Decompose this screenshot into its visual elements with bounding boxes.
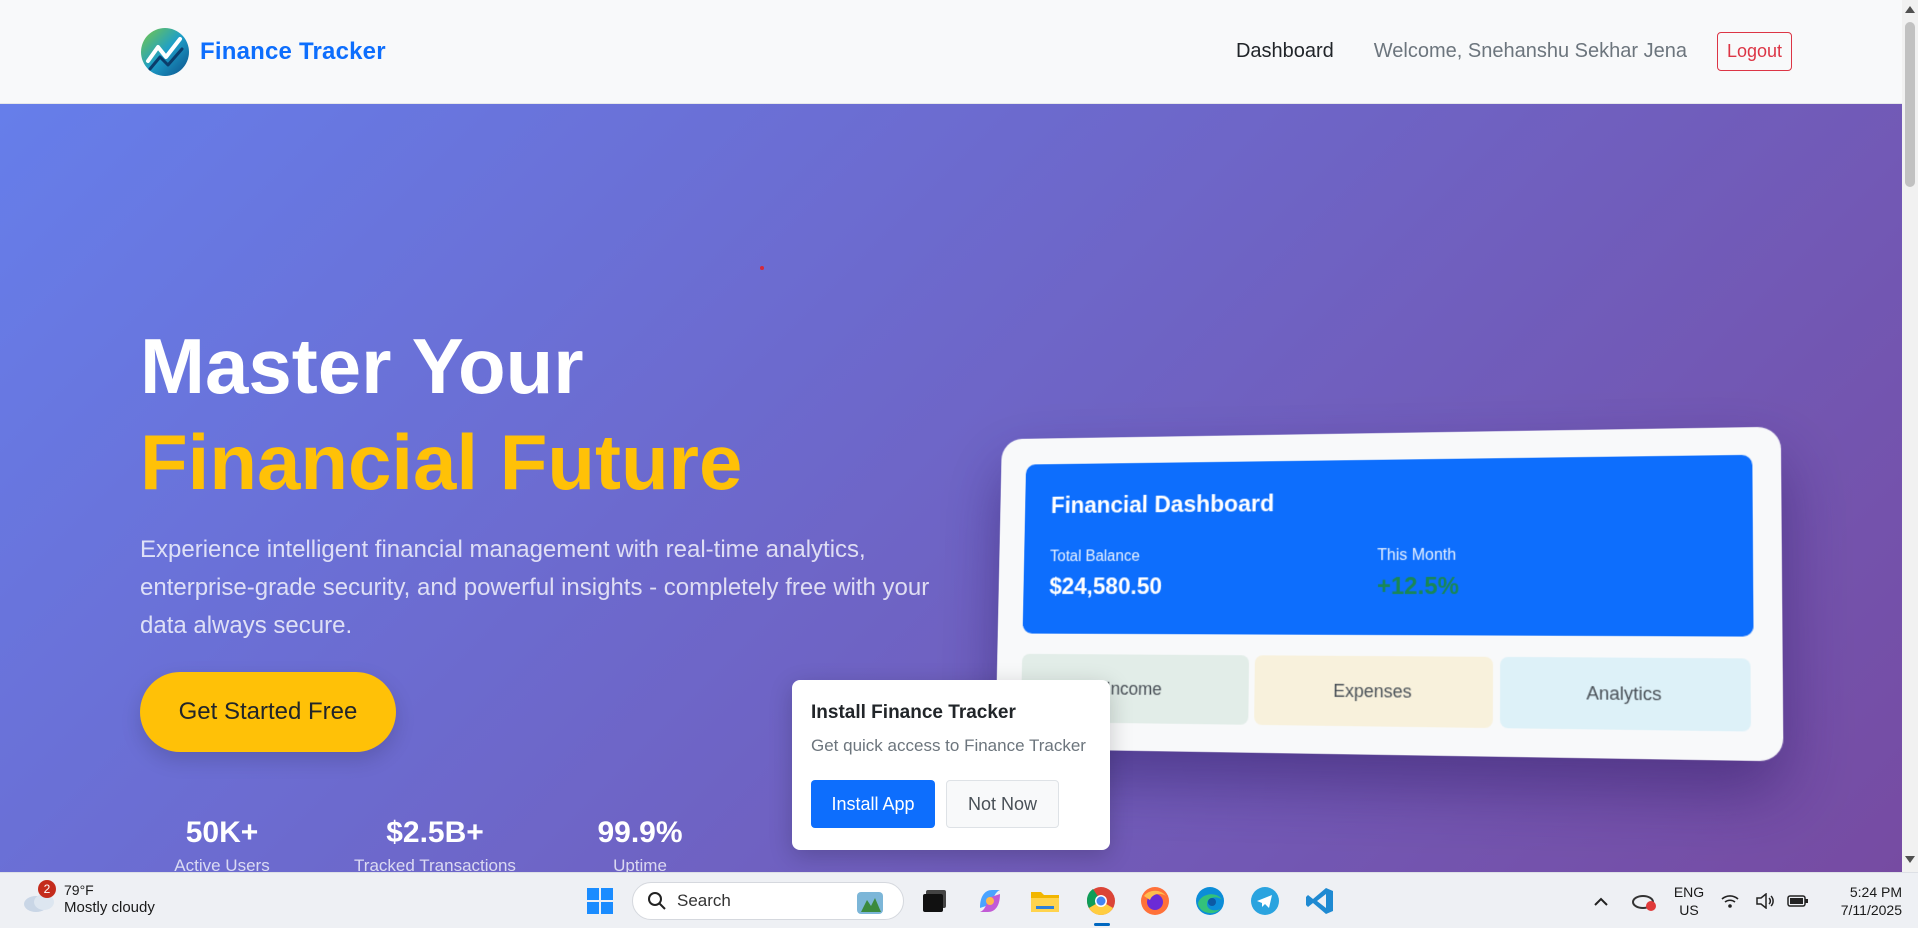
battery-icon[interactable] [1786, 883, 1810, 919]
stat-item: 99.9% Uptime [530, 816, 750, 872]
chrome-icon[interactable] [1083, 883, 1119, 919]
active-app-indicator [1094, 923, 1110, 926]
install-popup-subtitle: Get quick access to Finance Tracker [811, 736, 1086, 755]
weather-temperature: 79°F [64, 882, 94, 898]
vscode-icon[interactable] [1302, 883, 1338, 919]
windows-taskbar: 2 79°F Mostly cloudy Search ENG US 5:24 … [0, 872, 1918, 928]
not-now-button[interactable]: Not Now [946, 780, 1059, 828]
scroll-up-arrow-icon[interactable] [1905, 6, 1915, 13]
search-highlight-icon [857, 892, 883, 914]
language-line1: ENG [1673, 884, 1705, 900]
weather-badge: 2 [38, 880, 56, 898]
nav-dashboard-link[interactable]: Dashboard [1236, 40, 1334, 63]
hero-title: Master Your Financial Future [140, 318, 742, 510]
install-popup-title: Install Finance Tracker [811, 702, 1016, 723]
dashboard-preview-card: Financial Dashboard Total Balance $24,58… [995, 426, 1784, 762]
hero-title-line2: Financial Future [140, 418, 743, 506]
chevron-up-icon[interactable] [1583, 883, 1619, 919]
page: Finance Tracker Dashboard Welcome, Sneha… [0, 0, 1918, 928]
install-app-button[interactable]: Install App [811, 780, 935, 828]
cursor-dot [760, 266, 764, 270]
stat-label: Tracked Transactions [354, 856, 516, 872]
stat-label: Uptime [613, 856, 667, 872]
stat-value: 99.9% [597, 816, 683, 849]
hero-title-line1: Master Your [140, 322, 584, 410]
welcome-text: Welcome, Snehanshu Sekhar Jena [1373, 40, 1687, 62]
page-scrollbar[interactable] [1902, 0, 1918, 872]
total-balance-value: $24,580.50 [1049, 573, 1163, 600]
wifi-icon[interactable] [1718, 883, 1742, 919]
this-month-label: This Month [1377, 546, 1457, 565]
brand[interactable]: Finance Tracker [140, 27, 386, 77]
this-month-value: +12.5% [1376, 572, 1460, 601]
weather-description: Mostly cloudy [64, 899, 155, 916]
cloud-icon: 2 [22, 880, 56, 914]
task-view-icon[interactable] [918, 883, 954, 919]
copilot-icon[interactable] [972, 883, 1008, 919]
search-icon [648, 892, 666, 910]
hero-description: Experience intelligent financial managem… [140, 536, 930, 639]
preview-tile-analytics: Analytics [1499, 656, 1751, 732]
stat-label: Active Users [174, 856, 270, 872]
clock-time: 5:24 PM [1849, 884, 1902, 900]
clock[interactable]: 5:24 PM 7/11/2025 [1822, 883, 1902, 919]
weather-widget[interactable]: 2 79°F Mostly cloudy [22, 880, 155, 917]
nav-right: Dashboard Welcome, Snehanshu Sekhar Jena… [1236, 32, 1792, 71]
stat-item: 50K+ Active Users [112, 816, 332, 872]
scroll-thumb[interactable] [1905, 22, 1915, 187]
logout-button[interactable]: Logout [1716, 32, 1792, 71]
edge-icon[interactable] [1192, 883, 1228, 919]
clock-date: 7/11/2025 [1840, 902, 1902, 918]
file-explorer-icon[interactable] [1027, 883, 1063, 919]
telegram-icon[interactable] [1247, 883, 1283, 919]
taskbar-search-box[interactable]: Search [632, 882, 904, 920]
brand-name: Finance Tracker [200, 38, 386, 65]
volume-icon[interactable] [1754, 883, 1778, 919]
windows-start-icon[interactable] [582, 883, 618, 919]
weather-text: 79°F Mostly cloudy [64, 881, 155, 917]
top-navbar: Finance Tracker Dashboard Welcome, Sneha… [0, 0, 1902, 104]
search-placeholder: Search [677, 891, 731, 910]
install-app-popup: Install Finance Tracker Get quick access… [792, 680, 1110, 850]
firefox-icon[interactable] [1137, 883, 1173, 919]
total-balance-label: Total Balance [1049, 548, 1140, 566]
preview-header: Financial Dashboard Total Balance $24,58… [1022, 454, 1754, 637]
scroll-down-arrow-icon[interactable] [1905, 856, 1915, 863]
language-indicator[interactable]: ENG US [1670, 883, 1708, 919]
preview-tile-expenses: Expenses [1254, 655, 1494, 729]
stat-value: 50K+ [185, 816, 259, 849]
onedrive-icon[interactable] [1626, 883, 1662, 919]
stat-item: $2.5B+ Tracked Transactions [325, 816, 545, 872]
stat-value: $2.5B+ [386, 816, 484, 849]
get-started-button[interactable]: Get Started Free [140, 672, 396, 752]
preview-title: Financial Dashboard [1050, 490, 1275, 519]
finance-logo-icon [141, 28, 189, 76]
language-line2: US [1679, 902, 1699, 918]
